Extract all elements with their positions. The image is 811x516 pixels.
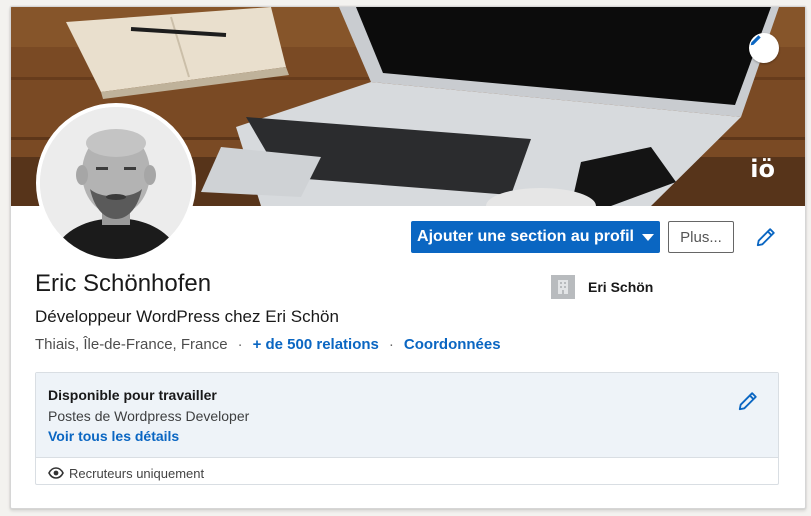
pencil-icon bbox=[738, 392, 757, 411]
edit-cover-button[interactable] bbox=[749, 33, 779, 63]
open-to-work-header: Disponible pour travailler Postes de Wor… bbox=[36, 373, 778, 458]
profile-card: iö Ajouter une section au profil Plus... bbox=[10, 6, 806, 509]
visibility-label: Recruteurs uniquement bbox=[69, 465, 205, 481]
edit-open-to-work-button[interactable] bbox=[736, 389, 760, 413]
contact-info-link[interactable]: Coordonnées bbox=[404, 336, 501, 353]
see-all-details-link[interactable]: Voir tous les détails bbox=[48, 428, 179, 444]
open-to-work-roles: Postes de Wordpress Developer bbox=[48, 408, 250, 424]
profile-name: Eric Schönhofen bbox=[35, 270, 212, 297]
avatar[interactable] bbox=[36, 103, 196, 263]
connections-link[interactable]: + de 500 relations bbox=[253, 336, 379, 353]
edit-profile-button[interactable] bbox=[754, 225, 778, 249]
profile-photo bbox=[40, 107, 192, 259]
open-to-work-card: Disponible pour travailler Postes de Wor… bbox=[35, 372, 779, 485]
profile-headline: Développeur WordPress chez Eri Schön bbox=[35, 307, 339, 326]
separator-dot: · bbox=[237, 336, 243, 353]
more-button[interactable]: Plus... bbox=[668, 221, 734, 253]
add-profile-section-label: Ajouter une section au profil bbox=[417, 228, 634, 245]
pencil-icon bbox=[756, 228, 775, 247]
add-profile-section-button[interactable]: Ajouter une section au profil bbox=[411, 221, 660, 253]
open-to-work-title: Disponible pour travailler bbox=[48, 387, 217, 403]
cover-watermark: iö bbox=[750, 155, 775, 183]
current-company[interactable]: Eri Schön bbox=[551, 275, 653, 299]
eye-icon bbox=[48, 467, 64, 479]
profile-location: Thiais, Île-de-France, France bbox=[35, 336, 228, 353]
building-icon bbox=[551, 275, 575, 299]
pencil-icon bbox=[750, 35, 761, 46]
visibility-row: Recruteurs uniquement bbox=[48, 465, 204, 481]
company-name: Eri Schön bbox=[588, 279, 654, 295]
profile-meta: Thiais, Île-de-France, France · + de 500… bbox=[35, 336, 501, 353]
caret-down-icon bbox=[641, 233, 654, 241]
separator-dot: · bbox=[388, 336, 394, 353]
